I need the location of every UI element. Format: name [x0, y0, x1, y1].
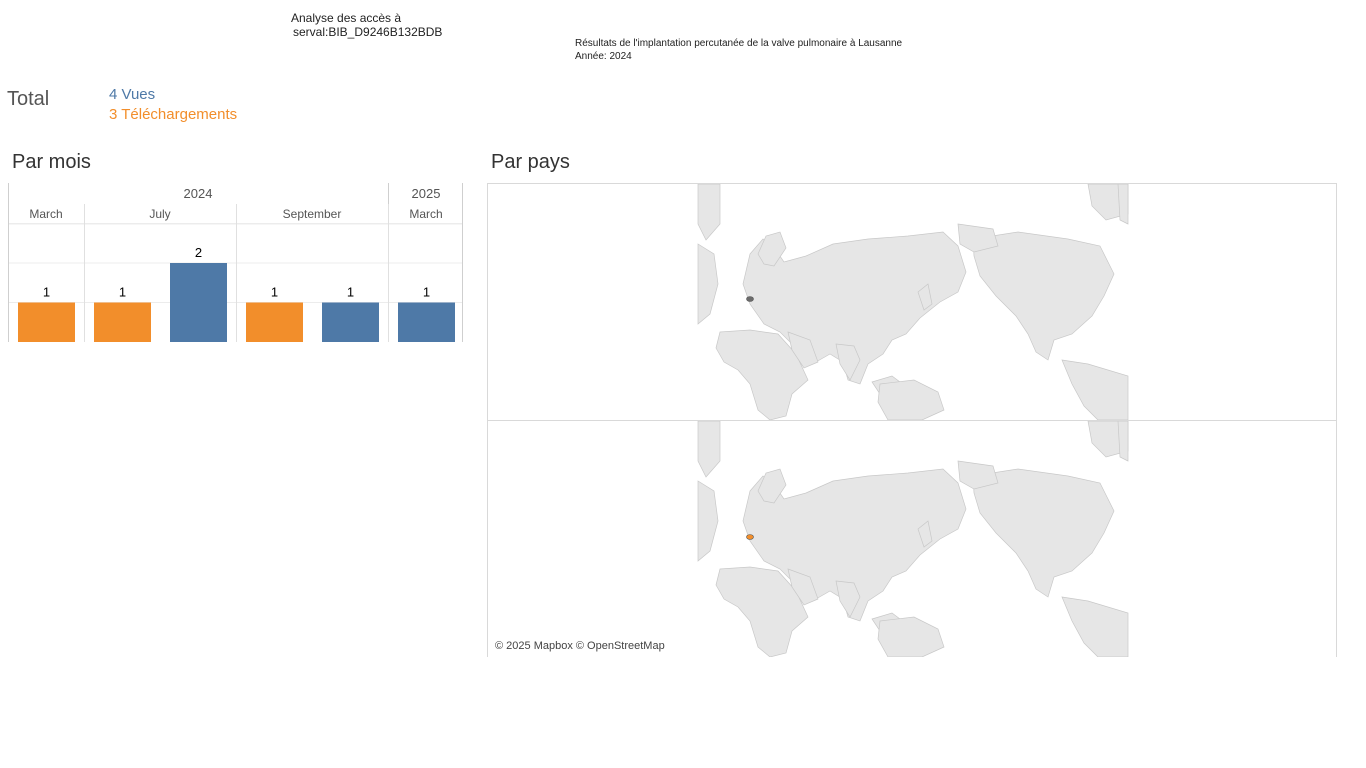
- year-label: 2024: [184, 186, 213, 201]
- bar-value-label: 1: [119, 285, 126, 300]
- bar-value-label: 1: [347, 285, 354, 300]
- month-label: September: [283, 207, 342, 221]
- by-country-title: Par pays: [491, 151, 570, 173]
- publication-year: Année: 2024: [575, 51, 632, 62]
- country-highlight-downloads[interactable]: [746, 534, 754, 540]
- bar-downloads[interactable]: [246, 302, 303, 343]
- map-downloads[interactable]: [488, 421, 1336, 657]
- month-label: July: [149, 207, 170, 221]
- publication-info: Résultats de l'implantation percutanée d…: [575, 37, 902, 63]
- bar-value-label: 1: [43, 285, 50, 300]
- publication-title: Résultats de l'implantation percutanée d…: [575, 38, 903, 49]
- total-downloads: 3 Téléchargements: [109, 106, 238, 123]
- total-label: Total: [7, 88, 50, 110]
- year-label: 2025: [412, 186, 441, 201]
- world-map-downloads: [488, 421, 1336, 657]
- report-title-line2: serval:BIB_D9246B132BDB: [293, 25, 443, 39]
- bar-views[interactable]: [170, 263, 227, 342]
- bar-value-label: 1: [271, 285, 278, 300]
- bar-views[interactable]: [322, 302, 379, 343]
- bar-value-label: 2: [195, 245, 202, 260]
- bar-downloads[interactable]: [94, 302, 151, 343]
- map-views[interactable]: [488, 184, 1336, 420]
- country-highlight-views[interactable]: [746, 296, 754, 302]
- total-views: 4 Vues: [109, 86, 156, 103]
- month-label: March: [409, 207, 442, 221]
- report-title-line1: Analyse des accès à: [291, 11, 402, 25]
- bar-downloads[interactable]: [18, 302, 75, 343]
- map-credit: © 2025 Mapbox © OpenStreetMap: [495, 640, 665, 652]
- report-title: Analyse des accès à serval:BIB_D9246B132…: [291, 11, 442, 39]
- bar-value-label: 1: [423, 285, 430, 300]
- world-map-views: [488, 184, 1336, 420]
- month-label: March: [29, 207, 62, 221]
- country-map-panel[interactable]: © 2025 Mapbox © OpenStreetMap: [487, 183, 1337, 657]
- bar-views[interactable]: [398, 302, 455, 343]
- by-month-title: Par mois: [12, 151, 91, 173]
- monthly-bar-chart: 2024 2025 March 1 July 1 2 September 1 1 March 1: [8, 183, 463, 343]
